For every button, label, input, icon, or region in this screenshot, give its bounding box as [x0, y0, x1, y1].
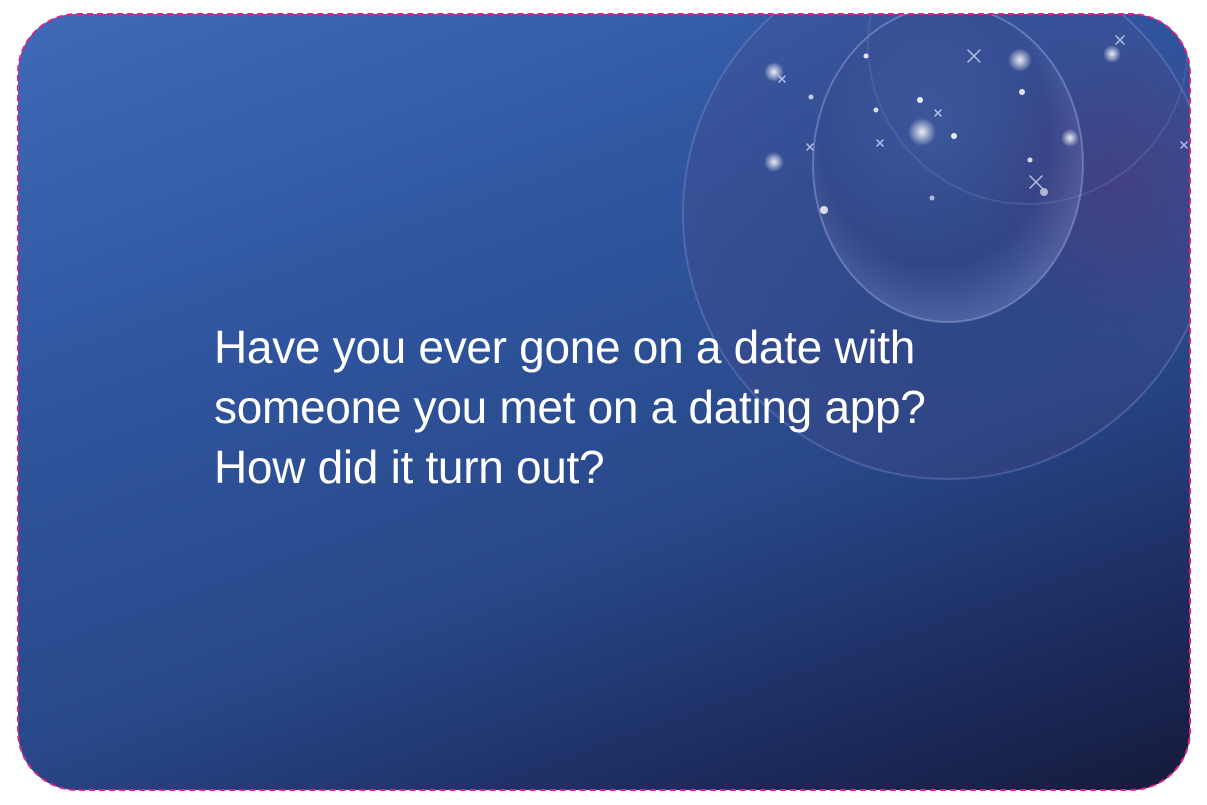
small-bubble: [812, 14, 1084, 323]
question-text: Have you ever gone on a date with someon…: [214, 321, 926, 493]
question-card: Have you ever gone on a date with someon…: [18, 14, 1190, 790]
